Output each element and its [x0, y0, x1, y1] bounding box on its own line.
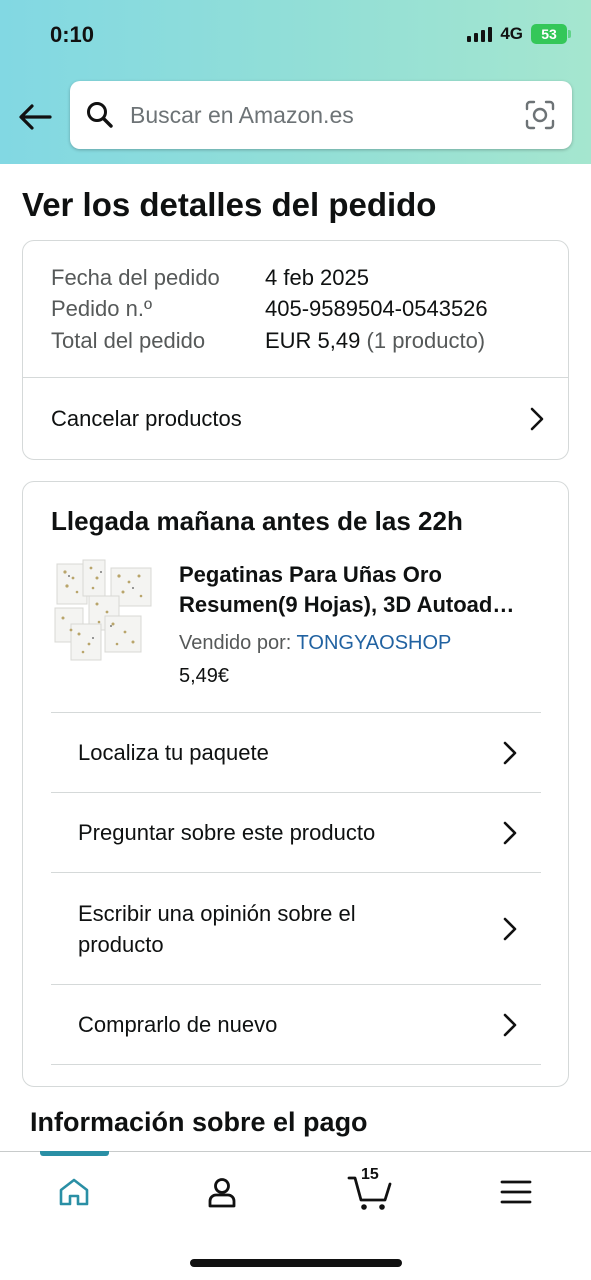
order-date-label: Fecha del pedido: [51, 265, 220, 290]
delivery-card: Llegada mañana antes de las 22h Pegatina…: [22, 481, 569, 1087]
search-bar[interactable]: [70, 81, 572, 149]
buy-again-row[interactable]: Comprarlo de nuevo: [51, 985, 541, 1064]
track-package-row[interactable]: Localiza tu paquete: [51, 713, 541, 792]
order-total-row: Total del pedido EUR 5,49 (1 producto): [51, 328, 485, 354]
product-price: 5,49€: [179, 665, 230, 687]
status-indicators: 4G 53: [467, 24, 571, 44]
camera-icon[interactable]: [524, 99, 556, 131]
write-review-row[interactable]: Escribir una opinión sobre el producto: [51, 873, 541, 984]
seller-label: Vendido por:: [179, 632, 292, 654]
seller-info: Vendido por: TONGYAOSHOP: [179, 632, 451, 655]
chevron-right-icon: [501, 916, 519, 942]
delivery-title: Llegada mañana antes de las 22h: [51, 506, 463, 536]
write-review-label: Escribir una opinión sobre el producto: [78, 900, 356, 957]
order-total-value: EUR 5,49 (1 producto): [265, 328, 485, 354]
active-tab-indicator: [40, 1151, 109, 1156]
order-total-amount: EUR 5,49: [265, 328, 361, 353]
order-number-label: Pedido n.º: [51, 296, 152, 321]
order-date-row: Fecha del pedido 4 feb 2025: [51, 265, 369, 291]
buy-again-label: Comprarlo de nuevo: [78, 1012, 278, 1037]
signal-icon: [467, 26, 493, 42]
order-total-items: (1 producto): [366, 328, 486, 353]
product-image[interactable]: [53, 558, 157, 662]
product-title[interactable]: Pegatinas Para Uñas Oro Resumen(9 Hojas)…: [179, 560, 543, 620]
order-number-value: 405-9589504-0543526: [265, 296, 488, 321]
back-arrow-icon: [19, 104, 52, 130]
track-package-label: Localiza tu paquete: [78, 740, 269, 765]
chevron-right-icon: [528, 406, 546, 432]
page-title: Ver los detalles del pedido: [22, 186, 437, 223]
payment-info-title: Información sobre el pago: [30, 1107, 368, 1137]
tab-account[interactable]: [192, 1170, 252, 1214]
account-icon: [208, 1178, 236, 1208]
back-button[interactable]: [16, 98, 54, 136]
chevron-right-icon: [501, 740, 519, 766]
order-summary-card: Fecha del pedido 4 feb 2025 Pedido n.º 4…: [22, 240, 569, 460]
product-title-line-1: Pegatinas Para Uñas Oro: [179, 562, 442, 587]
header: 0:10 4G 53: [0, 0, 591, 164]
network-type: 4G: [500, 24, 523, 43]
cancel-products-row[interactable]: Cancelar productos: [23, 378, 568, 460]
order-total-label: Total del pedido: [51, 328, 206, 353]
home-icon: [59, 1178, 89, 1206]
menu-icon: [500, 1180, 532, 1204]
chevron-right-icon: [501, 1012, 519, 1038]
cancel-products-label: Cancelar productos: [51, 406, 242, 431]
status-time: 0:10: [50, 22, 95, 47]
ask-question-label: Preguntar sobre este producto: [78, 820, 376, 845]
cart-count-badge: 15: [361, 1166, 379, 1183]
search-icon: [86, 100, 116, 130]
home-indicator: [190, 1259, 402, 1267]
chevron-right-icon: [501, 820, 519, 846]
search-input[interactable]: [116, 101, 524, 129]
ask-question-row[interactable]: Preguntar sobre este producto: [51, 793, 541, 872]
battery-icon: 53: [531, 24, 571, 44]
product-title-line-2: Resumen(9 Hojas), 3D Autoad…: [179, 592, 515, 617]
tab-menu[interactable]: [486, 1170, 546, 1214]
tab-home[interactable]: [44, 1170, 104, 1214]
order-date-value: 4 feb 2025: [265, 265, 369, 290]
battery-level: 53: [541, 26, 557, 42]
order-number-row: Pedido n.º 405-9589504-0543526: [51, 296, 488, 322]
seller-link[interactable]: TONGYAOSHOP: [297, 632, 452, 654]
divider: [51, 1064, 541, 1065]
